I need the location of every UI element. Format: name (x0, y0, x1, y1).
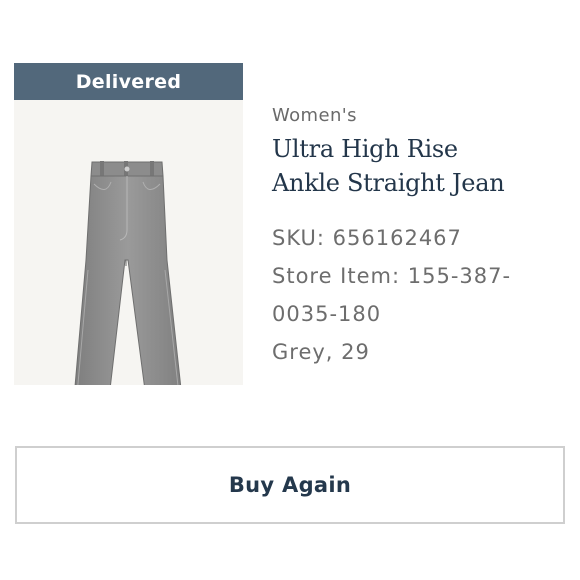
product-title-line-2: Ankle Straight Jean (272, 169, 505, 197)
product-meta: SKU: 656162467 Store Item: 155-387- 0035… (272, 219, 572, 371)
product-title-line-1: Ultra High Rise (272, 135, 458, 163)
variant-text: Grey, 29 (272, 340, 370, 364)
product-category: Women's (272, 105, 357, 126)
jeans-icon (74, 161, 182, 385)
status-badge: Delivered (14, 63, 243, 100)
product-info: Women's Ultra High Rise Ankle Straight J… (272, 104, 572, 371)
store-item-text-line-1: Store Item: 155-387- (272, 264, 512, 288)
product-image[interactable] (14, 100, 243, 385)
store-item-text-line-2: 0035-180 (272, 302, 382, 326)
product-title[interactable]: Ultra High Rise Ankle Straight Jean (272, 132, 572, 200)
buy-again-label: Buy Again (228, 473, 352, 497)
order-item-page: Delivered Women's Ultra High Rise Ankle … (0, 0, 580, 580)
sku-text: SKU: 656162467 (272, 226, 462, 250)
buy-again-button[interactable]: Buy Again (15, 446, 565, 524)
product-card[interactable]: Delivered (14, 63, 243, 385)
